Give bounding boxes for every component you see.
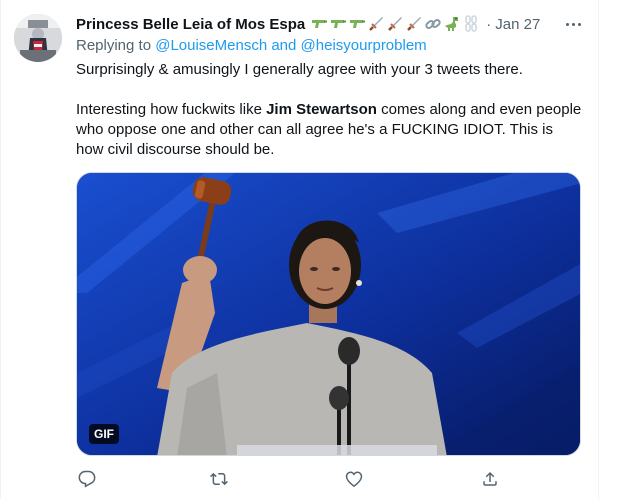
more-options-icon[interactable] bbox=[560, 14, 586, 34]
reply-mention-heisyourproblem[interactable]: @heisyourproblem bbox=[301, 37, 427, 54]
replying-prefix: Replying to bbox=[76, 37, 152, 54]
tweet-header: Princess Belle Leia of Mos Espa · Jan 27 bbox=[76, 14, 540, 34]
dagger-icon bbox=[369, 17, 384, 31]
dagger-icon bbox=[407, 17, 422, 31]
gif-still bbox=[77, 173, 580, 455]
reply-mention-louisemensch[interactable]: @LouiseMensch bbox=[155, 37, 267, 54]
reply-and[interactable]: and bbox=[271, 37, 296, 54]
water-pistol-icon bbox=[312, 20, 328, 28]
link-icon bbox=[425, 19, 441, 29]
tweet-actions bbox=[76, 468, 516, 490]
tweet-paragraph-2: Interesting how fuckwits like Jim Stewar… bbox=[76, 100, 584, 160]
name-emojis bbox=[310, 15, 480, 33]
chains-icon bbox=[465, 15, 478, 32]
share-icon[interactable] bbox=[479, 468, 501, 490]
water-pistol-icon bbox=[331, 20, 347, 28]
tweet-date[interactable]: Jan 27 bbox=[495, 16, 540, 33]
gif-badge: GIF bbox=[89, 424, 119, 444]
separator-dot: · bbox=[486, 15, 492, 33]
tweet-text: Surprisingly & amusingly I generally agr… bbox=[76, 60, 584, 160]
tweet-paragraph-1: Surprisingly & amusingly I generally agr… bbox=[76, 61, 523, 78]
water-pistol-icon bbox=[350, 20, 366, 28]
avatar[interactable] bbox=[14, 14, 62, 62]
like-icon[interactable] bbox=[343, 468, 365, 490]
timeline-border-right bbox=[598, 0, 599, 499]
dagger-icon bbox=[388, 17, 403, 31]
gif-media[interactable]: GIF bbox=[76, 172, 581, 456]
retweet-icon[interactable] bbox=[208, 468, 230, 490]
paragraph-2-start: Interesting how fuckwits like bbox=[76, 101, 267, 118]
replying-to: Replying to @LouiseMensch and @heisyourp… bbox=[76, 37, 427, 54]
mentioned-name: Jim Stewartson bbox=[266, 101, 377, 118]
timeline-border-left bbox=[0, 0, 1, 499]
reply-icon[interactable] bbox=[76, 468, 98, 490]
display-name[interactable]: Princess Belle Leia of Mos Espa bbox=[76, 16, 305, 33]
t-rex-icon bbox=[445, 17, 459, 31]
